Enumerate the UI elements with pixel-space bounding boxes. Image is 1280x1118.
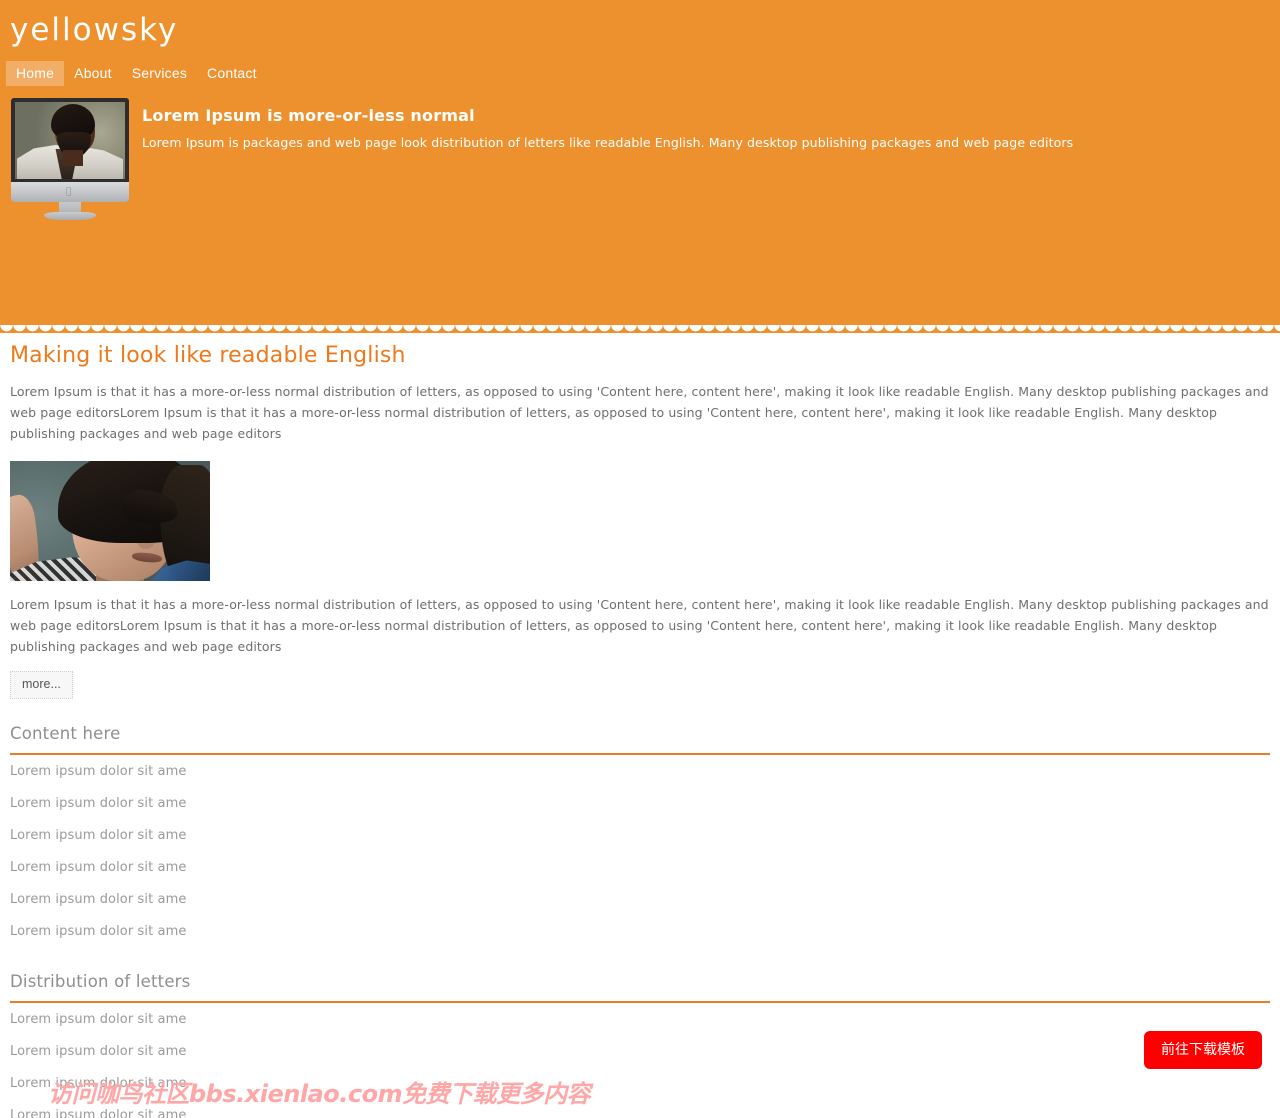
hero-description: Lorem Ipsum is packages and web page loo… [142,135,1074,150]
page-title: Making it look like readable English [10,343,406,368]
list-item[interactable]: Lorem ipsum dolor sit ame [10,1035,1270,1067]
list-item[interactable]: Lorem ipsum dolor sit ame [10,915,1270,947]
hero-title: Lorem Ipsum is more-or-less normal [142,106,475,125]
more-button[interactable]: more... [10,671,73,699]
apple-logo-icon:  [66,188,74,197]
site-header: yellowsky Home About Services Contact Lo… [0,0,1280,333]
scalloped-divider [0,325,1280,333]
list-item[interactable]: Lorem ipsum dolor sit ame [10,1003,1270,1035]
page-root: yellowsky Home About Services Contact Lo… [0,0,1280,1118]
nav-item-about[interactable]: About [64,61,122,86]
imac-screen [11,98,129,182]
body-paragraph-1: Lorem Ipsum is that it has a more-or-les… [10,384,1269,441]
main-content: Making it look like readable English Lor… [0,332,1280,1118]
body-paragraph-2: Lorem Ipsum is that it has a more-or-les… [10,597,1269,654]
nav-item-contact[interactable]: Contact [197,61,267,86]
imac-screen-photo [15,102,125,179]
list-item[interactable]: Lorem ipsum dolor sit ame [10,851,1270,883]
section-title-distribution-of-letters: Distribution of letters [10,972,1270,1003]
list-item[interactable]: Lorem ipsum dolor sit ame [10,883,1270,915]
list-item[interactable]: Lorem ipsum dolor sit ame [10,819,1270,851]
watermark-text: 访问咖鸟社区bbs.xienlao.com免费下载更多内容 [48,1080,591,1108]
hero-text-block: Lorem Ipsum is more-or-less normal Lorem… [142,106,1262,151]
main-navigation: Home About Services Contact [6,61,267,86]
portrait-image [10,461,210,581]
nav-item-home[interactable]: Home [6,61,65,86]
list-content-here: Lorem ipsum dolor sit ame Lorem ipsum do… [10,755,1270,947]
download-template-button[interactable]: 前往下载模板 [1144,1031,1262,1069]
site-logo[interactable]: yellowsky [10,12,178,48]
section-title-content-here: Content here [10,724,1270,755]
imac-stand-base [44,212,96,220]
imac-image:  [11,98,129,220]
list-item[interactable]: Lorem ipsum dolor sit ame [10,787,1270,819]
list-item[interactable]: Lorem ipsum dolor sit ame [10,755,1270,787]
nav-item-services[interactable]: Services [122,61,197,86]
